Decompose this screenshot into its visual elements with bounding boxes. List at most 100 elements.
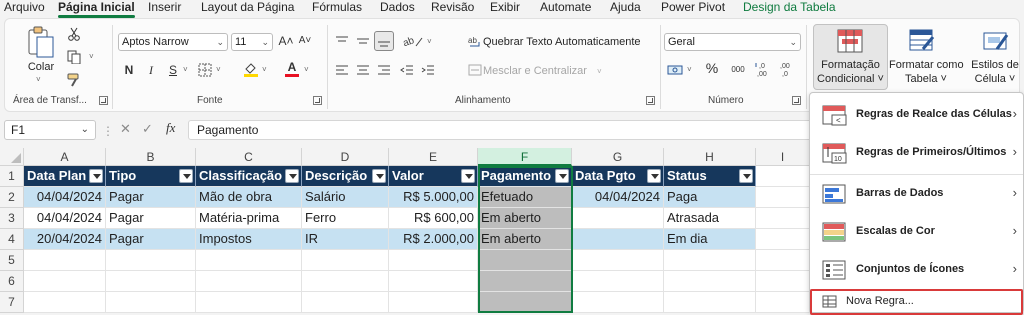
orientation-icon[interactable]: ab [402, 34, 425, 51]
table-cell[interactable]: 04/04/2024 [24, 208, 106, 229]
table-cell[interactable] [664, 292, 756, 313]
cancel-icon[interactable]: ✕ [120, 121, 131, 137]
table-cell[interactable] [572, 271, 664, 292]
font-color-button[interactable]: A [285, 60, 299, 77]
table-cell[interactable]: Mão de obra [196, 187, 302, 208]
format-table-label-2[interactable]: Tabela ˅ [889, 73, 963, 86]
row-header-3[interactable]: 3 [0, 208, 24, 229]
table-cell[interactable]: Pagar [106, 208, 196, 229]
table-cell[interactable]: R$ 5.000,00 [389, 187, 478, 208]
table-cell[interactable]: R$ 600,00 [389, 208, 478, 229]
filter-dropdown-icon[interactable] [179, 169, 193, 183]
table-cell[interactable]: Atrasada [664, 208, 756, 229]
table-cell[interactable]: Impostos [196, 229, 302, 250]
table-header-cell[interactable]: Valor [389, 166, 478, 187]
menu-item-data-bars[interactable]: Barras de Dados › [810, 176, 1023, 214]
cut-icon[interactable] [67, 27, 81, 44]
table-cell[interactable] [478, 271, 572, 292]
font-name-select[interactable]: Aptos Narrow ⌄ [118, 33, 228, 51]
column-header-e[interactable]: E [389, 148, 478, 166]
align-right-icon[interactable] [377, 64, 391, 79]
tab-formulas[interactable]: Fórmulas [312, 0, 362, 18]
table-cell[interactable]: R$ 2.000,00 [389, 229, 478, 250]
table-header-cell[interactable]: Classificação [196, 166, 302, 187]
table-cell[interactable]: 04/04/2024 [24, 187, 106, 208]
paste-label[interactable]: Colar [21, 61, 61, 74]
tab-exibir[interactable]: Exibir [490, 0, 520, 18]
format-painter-icon[interactable] [67, 73, 83, 90]
table-cell[interactable] [756, 292, 810, 313]
orientation-chevron-icon[interactable]: ˅ [427, 37, 432, 46]
filter-dropdown-icon[interactable] [372, 169, 386, 183]
filter-dropdown-icon[interactable] [461, 169, 475, 183]
table-cell[interactable] [756, 250, 810, 271]
shrink-font-button[interactable]: A˅ [297, 33, 313, 49]
clipboard-launcher-icon[interactable] [99, 96, 108, 105]
tab-pagina-inicial[interactable]: Página Inicial [58, 0, 135, 18]
column-header-a[interactable]: A [24, 148, 106, 166]
table-cell[interactable] [196, 271, 302, 292]
increase-decimal-icon[interactable]: ,0,00 [755, 61, 773, 80]
wrap-text-button[interactable]: Quebrar Texto Automaticamente [483, 36, 641, 49]
table-cell[interactable] [24, 271, 106, 292]
fill-color-icon[interactable] [243, 61, 259, 80]
align-left-icon[interactable] [335, 64, 349, 79]
table-header-cell[interactable]: Data Pgto [572, 166, 664, 187]
font-size-select[interactable]: 11 ⌄ [231, 33, 273, 51]
underline-chevron-icon[interactable]: ˅ [183, 65, 188, 74]
table-cell[interactable] [664, 250, 756, 271]
table-cell[interactable] [196, 292, 302, 313]
table-cell[interactable] [24, 250, 106, 271]
number-format-select[interactable]: Geral ⌄ [664, 33, 801, 51]
thousands-button[interactable]: 000 [729, 62, 747, 78]
row-header-5[interactable]: 5 [0, 250, 24, 271]
table-cell[interactable]: Pagar [106, 187, 196, 208]
borders-chevron-icon[interactable]: ˅ [216, 65, 221, 74]
menu-item-new-rule[interactable]: Nova Regra... [810, 289, 1023, 315]
filter-dropdown-icon[interactable] [555, 169, 569, 183]
table-cell[interactable] [756, 208, 810, 229]
table-cell[interactable]: Ferro [302, 208, 389, 229]
spreadsheet-grid[interactable]: A B C D E F G H I 1 2 3 4 5 6 7 Data Plan Tipo Classificaç… [0, 148, 810, 313]
table-cell[interactable]: Matéria-prima [196, 208, 302, 229]
paste-icon[interactable] [27, 25, 55, 62]
table-cell[interactable] [389, 250, 478, 271]
tab-layout[interactable]: Layout da Página [201, 0, 294, 18]
decrease-decimal-icon[interactable]: ,00,0 [778, 61, 796, 80]
row-header-2[interactable]: 2 [0, 187, 24, 208]
table-header-cell[interactable]: Descrição [302, 166, 389, 187]
table-cell[interactable]: 04/04/2024 [572, 187, 664, 208]
copy-chevron-icon[interactable]: ˅ [89, 52, 94, 61]
table-cell[interactable] [106, 292, 196, 313]
tab-arquivo[interactable]: Arquivo [4, 0, 45, 18]
wrap-text-icon[interactable]: ab [468, 35, 482, 52]
table-header-cell[interactable]: Status [664, 166, 756, 187]
table-cell[interactable] [106, 250, 196, 271]
menu-item-color-scales[interactable]: Escalas de Cor › [810, 214, 1023, 252]
cell-styles-icon[interactable] [983, 29, 1009, 56]
filter-dropdown-icon[interactable] [647, 169, 661, 183]
tab-dados[interactable]: Dados [380, 0, 415, 18]
column-header-h[interactable]: H [664, 148, 756, 166]
cell-styles-label-1[interactable]: Estilos de [967, 59, 1023, 72]
alignment-launcher-icon[interactable] [646, 96, 655, 105]
borders-icon[interactable] [198, 63, 212, 80]
insert-function-icon[interactable]: fx [166, 120, 175, 136]
italic-button[interactable]: I [144, 62, 158, 78]
table-cell[interactable] [756, 166, 810, 187]
table-cell[interactable]: IR [302, 229, 389, 250]
table-cell[interactable] [756, 271, 810, 292]
number-launcher-icon[interactable] [792, 96, 801, 105]
currency-icon[interactable] [667, 63, 685, 80]
table-cell[interactable]: Em aberto [478, 229, 572, 250]
more-options-icon[interactable]: ⋮ [102, 124, 114, 138]
formula-input[interactable]: Pagamento [188, 120, 820, 140]
increase-indent-icon[interactable] [421, 64, 435, 79]
table-header-cell[interactable]: Pagamento [478, 166, 572, 187]
table-header-cell[interactable]: Tipo [106, 166, 196, 187]
table-cell[interactable] [572, 292, 664, 313]
cell-styles-label-2[interactable]: Célula ˅ [967, 73, 1023, 86]
table-cell[interactable] [302, 250, 389, 271]
currency-chevron-icon[interactable]: ˅ [687, 65, 692, 74]
tab-automate[interactable]: Automate [540, 0, 591, 18]
